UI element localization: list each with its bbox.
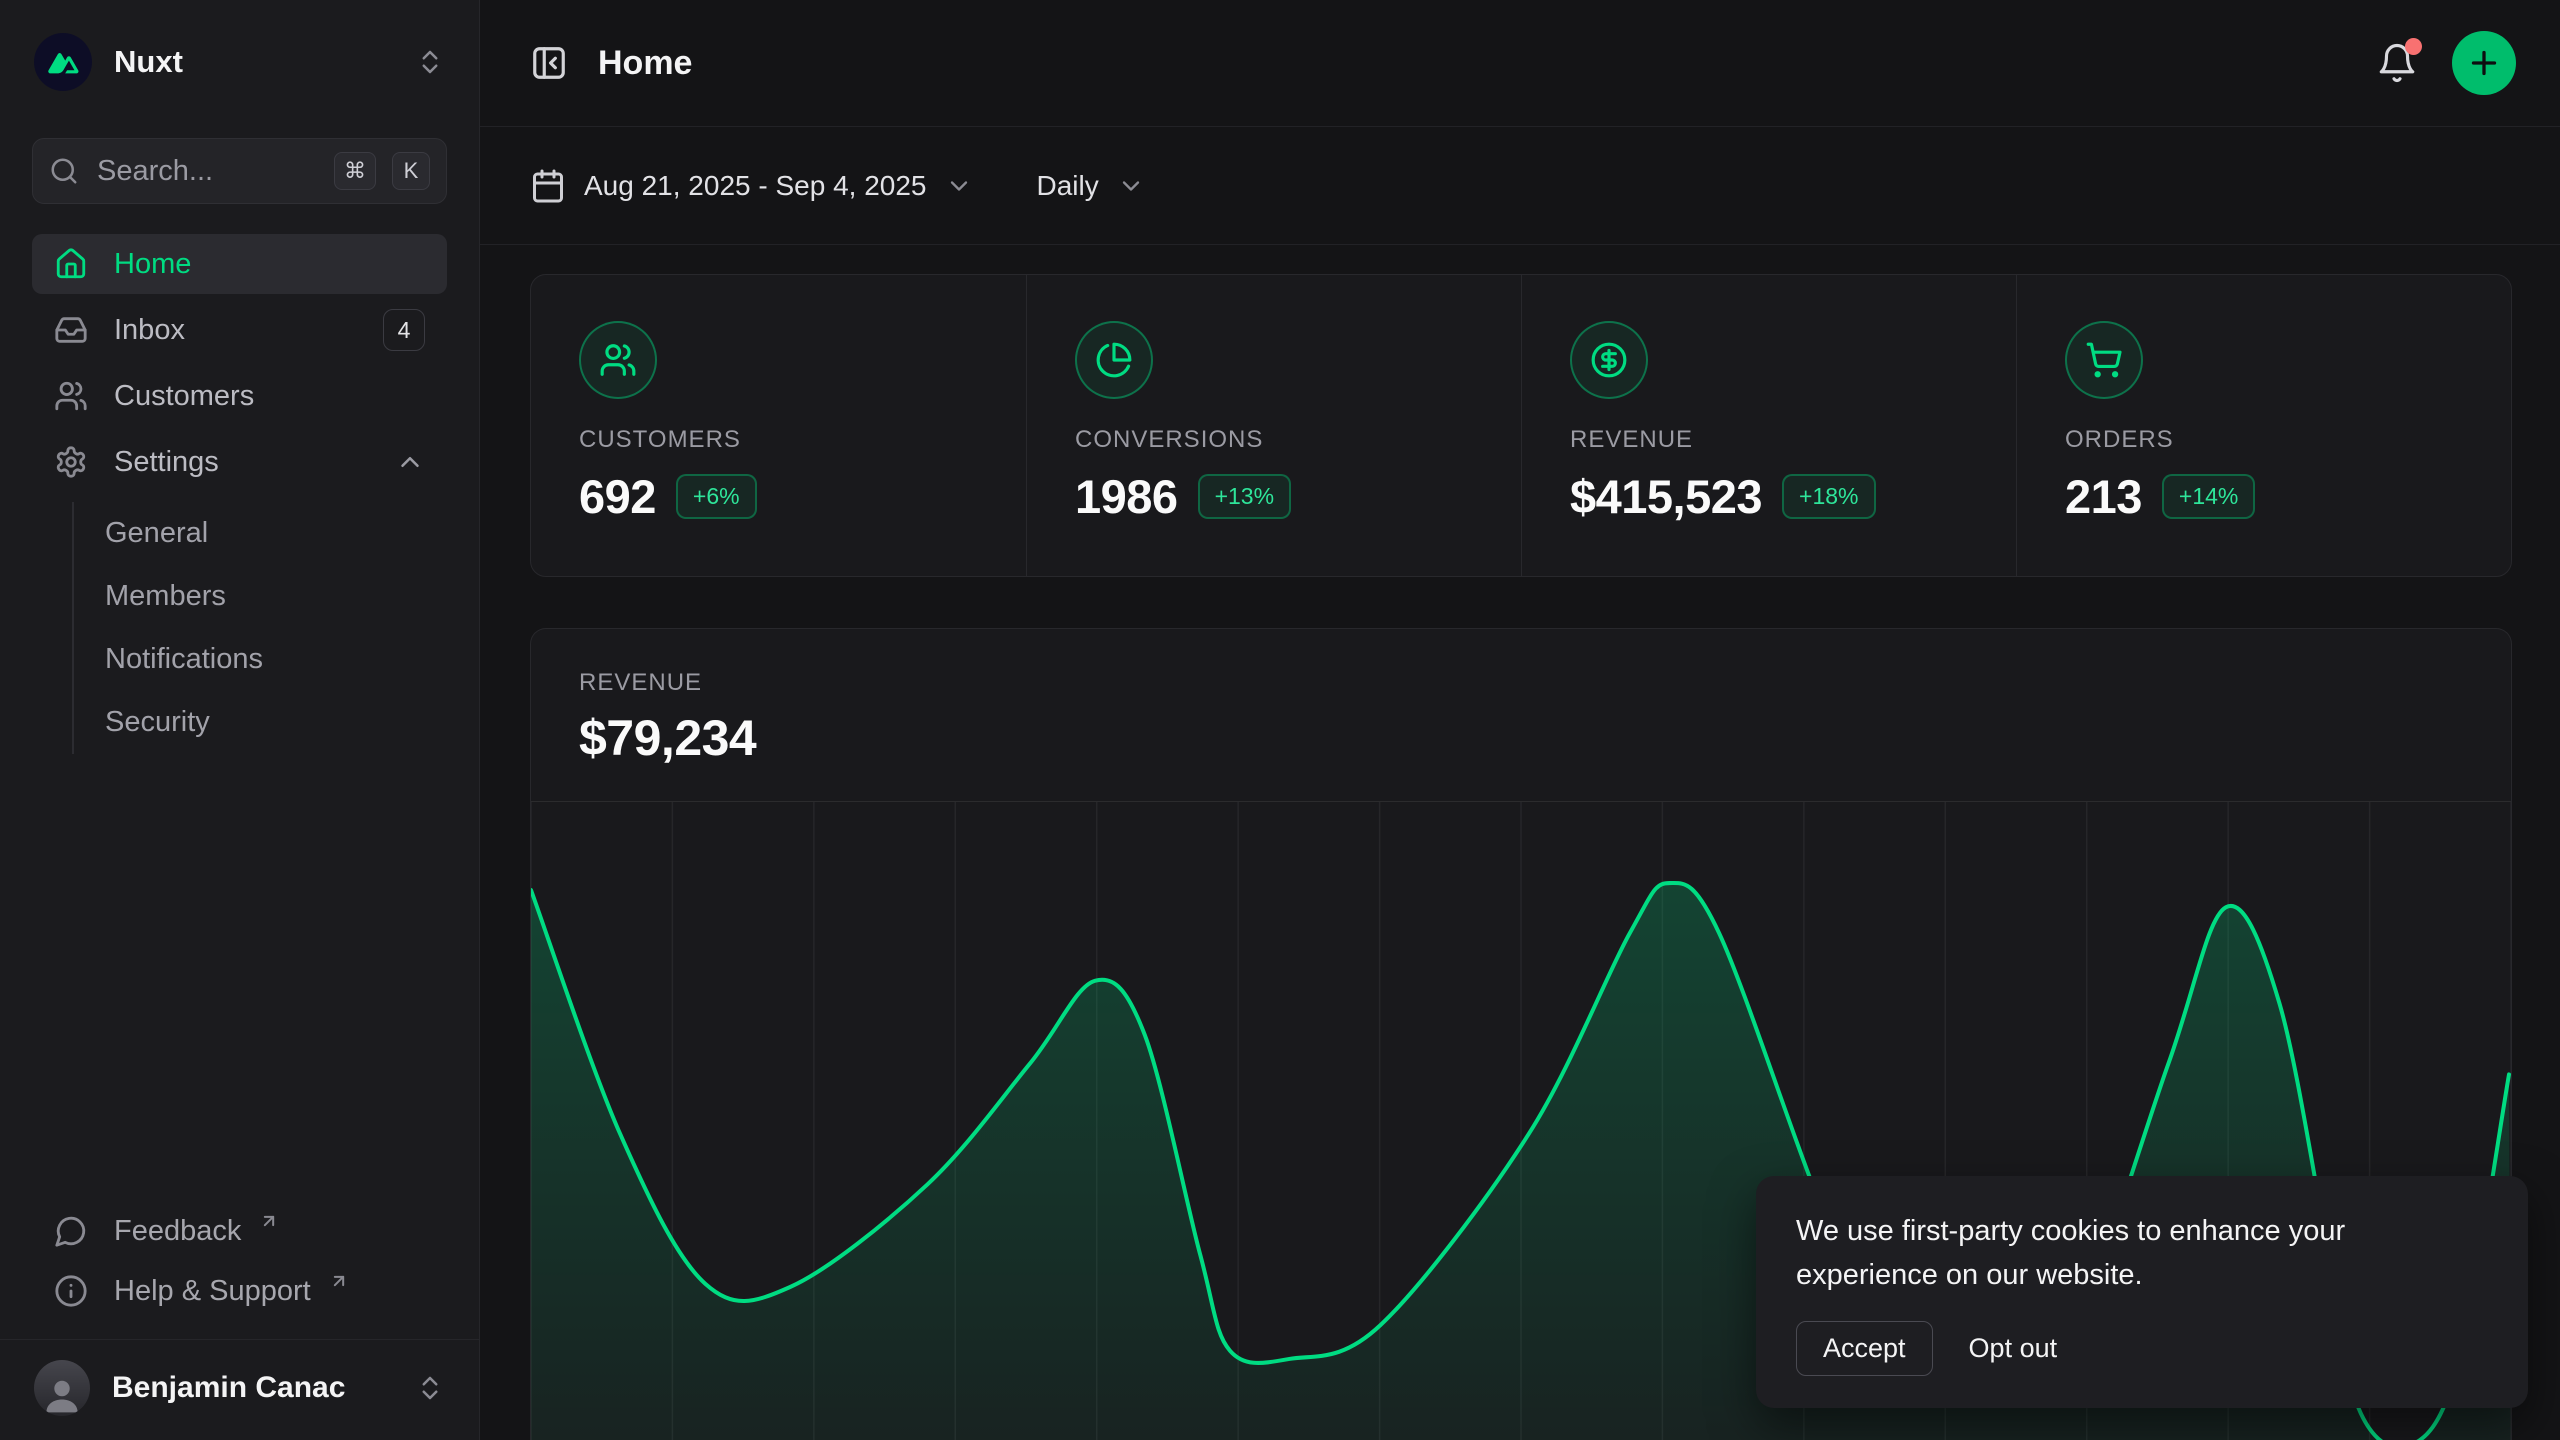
chart-header: REVENUE $79,234 — [531, 629, 2511, 767]
avatar — [34, 1360, 90, 1416]
sidebar-subitem-general[interactable]: General — [105, 502, 447, 565]
info-icon — [54, 1274, 88, 1308]
users-icon — [54, 379, 88, 413]
search-icon — [49, 156, 79, 186]
house-icon — [54, 247, 88, 281]
accept-button[interactable]: Accept — [1796, 1321, 1933, 1376]
workspace-switcher[interactable]: Nuxt — [32, 30, 447, 94]
calendar-icon — [530, 168, 566, 204]
period-select[interactable]: Daily — [1037, 170, 1145, 202]
chevrons-up-down-icon — [415, 47, 445, 77]
sidebar-subitem-security[interactable]: Security — [105, 691, 447, 754]
sidebar-subitem-members[interactable]: Members — [105, 565, 447, 628]
footer-link-label: Help & Support — [114, 1275, 311, 1308]
stat-icon-badge — [1075, 321, 1153, 399]
brand-name: Nuxt — [114, 44, 393, 80]
sidebar-item-label: Settings — [114, 446, 219, 479]
chevron-down-icon — [1117, 172, 1145, 200]
sidebar-collapse-button[interactable] — [530, 44, 568, 82]
stat-value: 692 — [579, 469, 656, 524]
pie-chart-icon — [1095, 341, 1133, 379]
cookie-banner: We use first-party cookies to enhance yo… — [1756, 1176, 2528, 1408]
stat-icon-badge — [2065, 321, 2143, 399]
nuxt-logo — [34, 33, 92, 91]
user-menu[interactable]: Benjamin Canac — [0, 1340, 479, 1440]
stat-value: 1986 — [1075, 469, 1178, 524]
search-field[interactable]: ⌘ K — [32, 138, 447, 204]
page-title: Home — [598, 44, 692, 83]
gear-icon — [54, 445, 88, 479]
sidebar-item-home[interactable]: Home — [32, 234, 447, 294]
chevrons-up-down-icon — [415, 1373, 445, 1403]
nuxt-logo-icon — [45, 44, 81, 80]
feedback-link[interactable]: Feedback — [32, 1201, 447, 1261]
header-actions — [2370, 31, 2516, 95]
sidebar-item-label: Customers — [114, 380, 254, 413]
user-name: Benjamin Canac — [112, 1371, 393, 1405]
filters-toolbar: Aug 21, 2025 - Sep 4, 2025 Daily — [480, 127, 2560, 245]
stat-icon-badge — [1570, 321, 1648, 399]
stat-change-badge: +6% — [676, 474, 757, 519]
kbd-k: K — [392, 152, 430, 190]
stat-orders: ORDERS 213 +14% — [2016, 275, 2511, 576]
inbox-count-badge: 4 — [383, 309, 425, 351]
stat-change-badge: +13% — [1198, 474, 1291, 519]
users-icon — [599, 341, 637, 379]
date-range-picker[interactable]: Aug 21, 2025 - Sep 4, 2025 — [530, 168, 973, 204]
stat-revenue: REVENUE $415,523 +18% — [1521, 275, 2016, 576]
external-link-arrow-icon — [259, 1211, 279, 1231]
stats-cards: CUSTOMERS 692 +6% CONVERSIONS 1986 +13% — [530, 274, 2512, 577]
stat-change-badge: +18% — [1782, 474, 1875, 519]
message-bubble-icon — [54, 1214, 88, 1248]
stat-label: ORDERS — [2065, 426, 2463, 454]
notifications-button[interactable] — [2370, 36, 2424, 90]
panel-collapse-icon — [530, 44, 568, 82]
cookie-message: We use first-party cookies to enhance yo… — [1796, 1210, 2486, 1297]
page-header: Home — [480, 0, 2560, 127]
person-silhouette-icon — [40, 1372, 84, 1416]
date-range-label: Aug 21, 2025 - Sep 4, 2025 — [584, 170, 927, 202]
dashboard-app: Nuxt ⌘ K Home Inbox 4 Customers — [0, 0, 2560, 1440]
stat-label: REVENUE — [1570, 426, 1968, 454]
help-support-link[interactable]: Help & Support — [32, 1261, 447, 1321]
opt-out-button[interactable]: Opt out — [1969, 1333, 2058, 1364]
kbd-meta: ⌘ — [334, 152, 376, 190]
shopping-cart-icon — [2085, 341, 2123, 379]
notification-dot — [2405, 38, 2422, 55]
sidebar-item-label: Inbox — [114, 314, 185, 347]
sidebar-item-inbox[interactable]: Inbox 4 — [32, 300, 447, 360]
sidebar-item-customers[interactable]: Customers — [32, 366, 447, 426]
stat-label: CUSTOMERS — [579, 426, 978, 454]
stat-value: 213 — [2065, 469, 2142, 524]
search-input[interactable] — [95, 154, 318, 189]
sidebar-footer: Feedback Help & Support — [0, 1201, 479, 1321]
period-label: Daily — [1037, 170, 1099, 202]
stat-icon-badge — [579, 321, 657, 399]
chevron-down-icon — [945, 172, 973, 200]
add-button[interactable] — [2452, 31, 2516, 95]
sidebar: Nuxt ⌘ K Home Inbox 4 Customers — [0, 0, 480, 1440]
sidebar-subitem-notifications[interactable]: Notifications — [105, 628, 447, 691]
footer-link-label: Feedback — [114, 1215, 241, 1248]
chart-current-value: $79,234 — [579, 709, 2463, 767]
plus-icon — [2466, 45, 2502, 81]
stat-label: CONVERSIONS — [1075, 426, 1473, 454]
sidebar-item-label: Home — [114, 248, 191, 281]
stat-conversions: CONVERSIONS 1986 +13% — [1026, 275, 1521, 576]
external-link-arrow-icon — [329, 1271, 349, 1291]
stat-change-badge: +14% — [2162, 474, 2255, 519]
stat-value: $415,523 — [1570, 469, 1762, 524]
inbox-icon — [54, 313, 88, 347]
chart-title: REVENUE — [579, 669, 2463, 697]
chevron-up-icon — [395, 447, 425, 477]
sidebar-item-settings[interactable]: Settings — [32, 432, 447, 492]
circle-dollar-icon — [1590, 341, 1628, 379]
settings-submenu: General Members Notifications Security — [72, 502, 447, 754]
stat-customers: CUSTOMERS 692 +6% — [531, 275, 1026, 576]
cookie-actions: Accept Opt out — [1796, 1321, 2488, 1376]
sidebar-nav: Home Inbox 4 Customers Settings General … — [32, 234, 447, 754]
